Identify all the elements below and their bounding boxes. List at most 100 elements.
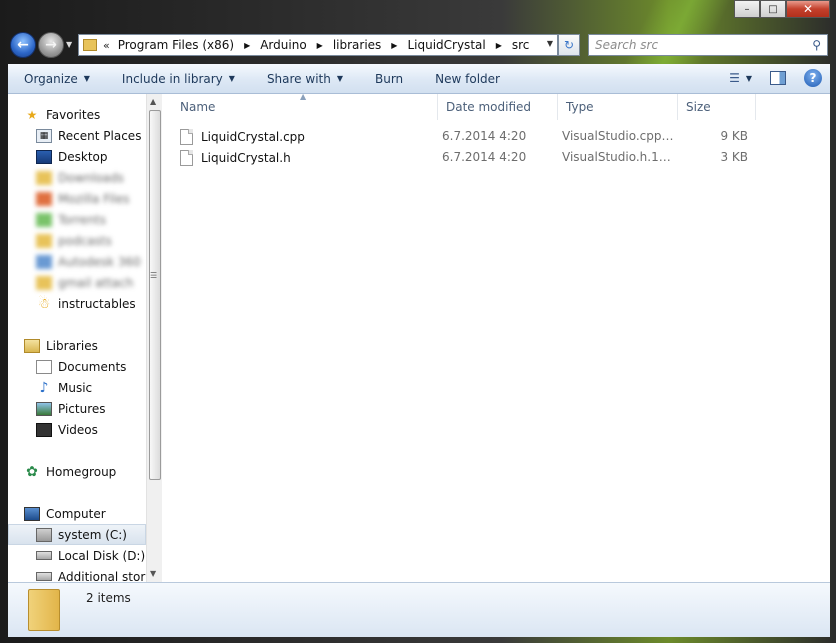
desktop-icon: [36, 149, 52, 164]
back-button[interactable]: ←: [10, 32, 36, 58]
nav-libraries[interactable]: Libraries: [8, 335, 146, 356]
nav-desktop[interactable]: Desktop: [8, 146, 146, 167]
nav-documents[interactable]: Documents: [8, 356, 146, 377]
file-row[interactable]: LiquidCrystal.cpp 6.7.2014 4:20 VisualSt…: [172, 126, 830, 147]
scrollbar-thumb[interactable]: [149, 110, 161, 480]
nav-homegroup-label: Homegroup: [46, 464, 117, 479]
toolbar-right-group: ☰ ▼ ?: [729, 69, 822, 87]
folder-icon: [36, 254, 52, 269]
file-date: 6.7.2014 4:20: [442, 150, 527, 164]
breadcrumb-program-files[interactable]: Program Files (x86): [118, 38, 234, 52]
nav-computer[interactable]: Computer: [8, 503, 146, 524]
nav-pictures-label: Pictures: [58, 401, 106, 416]
breadcrumb-overflow[interactable]: «: [103, 39, 110, 52]
address-history-dropdown[interactable]: ▼: [547, 39, 553, 48]
maximize-button[interactable]: □: [760, 0, 786, 18]
chevron-down-icon: ▼: [336, 74, 343, 83]
nav-libraries-label: Libraries: [46, 338, 98, 353]
nav-videos[interactable]: Videos: [8, 419, 146, 440]
scroll-down-icon[interactable]: ▼: [150, 569, 156, 578]
nav-recent-places[interactable]: ▦ Recent Places: [8, 125, 146, 146]
nav-music[interactable]: ♪ Music: [8, 377, 146, 398]
pictures-icon: [36, 401, 52, 416]
folder-icon: [36, 212, 52, 227]
breadcrumb-separator-icon[interactable]: ▶: [391, 41, 397, 50]
minimize-button[interactable]: –: [734, 0, 760, 18]
include-in-library-button[interactable]: Include in library ▼: [106, 72, 251, 86]
music-note-icon: ♪: [39, 379, 49, 396]
forward-arrow-icon: →: [45, 37, 57, 53]
file-row[interactable]: LiquidCrystal.h 6.7.2014 4:20 VisualStud…: [172, 147, 830, 168]
cpp-file-icon: [180, 129, 193, 145]
help-icon[interactable]: ?: [804, 69, 822, 87]
header-file-icon: [180, 150, 193, 166]
nav-autodesk[interactable]: Autodesk 360: [8, 251, 146, 272]
breadcrumb-separator-icon[interactable]: ▶: [244, 41, 250, 50]
file-size: 3 KB: [720, 150, 748, 164]
scroll-up-icon[interactable]: ▲: [150, 97, 156, 106]
nav-instructables[interactable]: ☃ instructables: [8, 293, 146, 314]
column-header-date-modified[interactable]: Date modified: [438, 94, 558, 120]
file-name-cell[interactable]: LiquidCrystal.h: [180, 150, 291, 166]
search-box[interactable]: ⚲: [588, 34, 828, 56]
refresh-button[interactable]: ↻: [558, 34, 580, 56]
file-name-cell[interactable]: LiquidCrystal.cpp: [180, 129, 305, 145]
refresh-icon: ↻: [563, 38, 575, 52]
breadcrumb-arduino[interactable]: Arduino: [260, 38, 306, 52]
organize-label: Organize: [24, 71, 78, 86]
burn-button[interactable]: Burn: [359, 72, 419, 86]
forward-button[interactable]: →: [38, 32, 64, 58]
organize-button[interactable]: Organize ▼: [8, 72, 106, 86]
nav-torrents[interactable]: Torrents: [8, 209, 146, 230]
nav-gmail-attach-label: gmail attach: [58, 275, 134, 290]
breadcrumb-separator-icon[interactable]: ▶: [317, 41, 323, 50]
breadcrumb-src[interactable]: src: [512, 38, 530, 52]
nav-system-c[interactable]: system (C:): [8, 524, 146, 545]
file-name: LiquidCrystal.h: [201, 151, 291, 165]
search-input[interactable]: [595, 38, 795, 52]
view-options-dropdown[interactable]: ▼: [746, 74, 752, 83]
nav-additional-storage[interactable]: Additional storage: [8, 566, 146, 582]
preview-pane-icon[interactable]: [770, 71, 786, 85]
film-icon: [36, 422, 52, 437]
main-area: ★ Favorites ▦ Recent Places Desktop Down…: [8, 92, 830, 582]
item-count: 2 items: [86, 591, 131, 605]
nav-homegroup[interactable]: ✿ Homegroup: [8, 461, 146, 482]
nav-local-disk-d[interactable]: Local Disk (D:): [8, 545, 146, 566]
close-button[interactable]: ✕: [786, 0, 830, 18]
nav-pictures[interactable]: Pictures: [8, 398, 146, 419]
folder-icon: [36, 191, 52, 206]
share-with-button[interactable]: Share with ▼: [251, 72, 359, 86]
recent-pages-dropdown[interactable]: ▼: [66, 40, 72, 49]
caption-buttons: – □ ✕: [734, 0, 830, 18]
address-bar[interactable]: « Program Files (x86) ▶ Arduino ▶ librar…: [78, 34, 558, 56]
column-header-size[interactable]: Size: [678, 94, 756, 120]
search-icon[interactable]: ⚲: [812, 38, 821, 52]
new-folder-button[interactable]: New folder: [419, 72, 516, 86]
nav-pane-scrollbar[interactable]: ▲ ☰ ▼: [146, 94, 162, 582]
include-in-library-label: Include in library: [121, 71, 223, 86]
scrollbar-grip-icon: ☰: [150, 271, 158, 280]
nav-instructables-label: instructables: [58, 296, 136, 311]
file-date: 6.7.2014 4:20: [442, 129, 527, 143]
robot-icon: ☃: [37, 295, 51, 312]
homegroup-icon: ✿: [26, 463, 38, 480]
chevron-down-icon: ▼: [228, 74, 235, 83]
documents-icon: [36, 359, 52, 374]
drive-icon: [36, 572, 52, 581]
change-view-icon[interactable]: ☰: [729, 71, 740, 85]
nav-favorites[interactable]: ★ Favorites: [8, 104, 146, 125]
nav-videos-label: Videos: [58, 422, 98, 437]
nav-downloads[interactable]: Downloads: [8, 167, 146, 188]
column-header-type[interactable]: Type: [558, 94, 678, 120]
column-header-name[interactable]: Name ▲: [172, 92, 438, 120]
nav-mozilla-files-label: Mozilla Files: [58, 191, 130, 206]
back-arrow-icon: ←: [17, 37, 29, 53]
nav-mozilla-files[interactable]: Mozilla Files: [8, 188, 146, 209]
nav-podcasts[interactable]: podcasts: [8, 230, 146, 251]
breadcrumb-separator-icon[interactable]: ▶: [496, 41, 502, 50]
breadcrumb-libraries[interactable]: libraries: [333, 38, 381, 52]
details-pane: 2 items: [8, 582, 830, 637]
breadcrumb-liquidcrystal[interactable]: LiquidCrystal: [407, 38, 485, 52]
nav-gmail-attach[interactable]: gmail attach: [8, 272, 146, 293]
